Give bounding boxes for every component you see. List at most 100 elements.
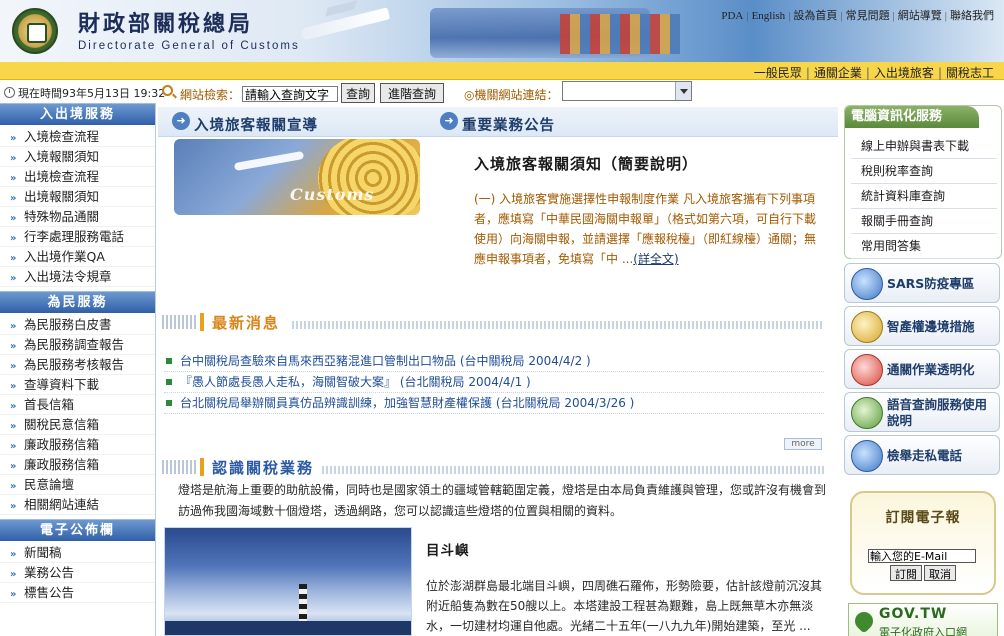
link-general-public[interactable]: 一般民眾: [754, 66, 802, 80]
customs-seal-logo[interactable]: [12, 8, 58, 54]
sidebar-item[interactable]: » 為民服務考核報告: [0, 355, 155, 375]
sidebar-item[interactable]: » 出境檢查流程: [0, 167, 155, 187]
search-input[interactable]: [242, 86, 338, 102]
advanced-search-button[interactable]: 進階查詢: [380, 83, 444, 103]
smuggling-report-card[interactable]: 檢舉走私電話: [844, 435, 1000, 475]
link-faq[interactable]: 常見問題: [846, 10, 890, 22]
sidebar-item[interactable]: » 為民服務白皮書: [0, 315, 155, 335]
square-bullet-icon: [166, 400, 172, 406]
news-headline: 台北關稅局舉辦關員真仿品辨識訓練，加強智慧財產權保護: [180, 396, 493, 410]
double-chevron-icon: »: [10, 273, 17, 284]
more-news-button[interactable]: more: [784, 438, 822, 450]
sidebar-item[interactable]: » 入境檢查流程: [0, 127, 155, 147]
lighthouse-title[interactable]: 目斗嶼: [426, 539, 470, 559]
link-sitemap[interactable]: 網站導覽: [898, 10, 942, 22]
arrow-right-icon: ➜: [172, 112, 190, 130]
link-enterprises[interactable]: 通關企業: [814, 66, 862, 80]
link-set-homepage[interactable]: 設為首頁: [793, 10, 837, 22]
e-service-item[interactable]: 常用問答集: [851, 234, 997, 259]
airplane-graphic: [233, 150, 305, 172]
news-source: (台中關稅局 2004/4/2 ): [459, 354, 591, 368]
transparency-card[interactable]: 通關作業透明化: [844, 349, 1000, 389]
newsletter-cancel-button[interactable]: 取消: [924, 565, 956, 581]
news-section-title: 最新消息: [212, 314, 281, 332]
telephone-icon: [851, 440, 883, 472]
gov-portal-banner[interactable]: GOV.TW 電子化政府入口網: [848, 603, 998, 636]
sidebar-item-label: 相關網站連結: [24, 497, 100, 512]
sidebar-item[interactable]: » 首長信箱: [0, 395, 155, 415]
sidebar-item[interactable]: » 行李處理服務電話: [0, 227, 155, 247]
voice-service-card[interactable]: 語音查詢服務使用說明: [844, 392, 1000, 432]
sidebar-item[interactable]: » 相關網站連結: [0, 495, 155, 515]
news-item[interactable]: 台中關稅局查驗來自馬來西亞豬混進口管制出口物品 (台中關稅局 2004/4/2 …: [164, 351, 824, 372]
site-header: 財政部關稅總局 Directorate General of Customs P…: [0, 0, 1004, 62]
sidebar-item-label: 首長信箱: [24, 397, 75, 412]
notice-title[interactable]: 入境旅客報關須知（簡要說明）: [474, 153, 698, 174]
sidebar-item[interactable]: » 查導資料下載: [0, 375, 155, 395]
e-service-item[interactable]: 統計資料庫查詢: [851, 184, 997, 209]
double-chevron-icon: »: [10, 381, 17, 392]
ip-border-card[interactable]: 智產權邊境措施: [844, 306, 1000, 346]
search-bar: 網站檢索： 查詢 進階查詢 ◎機關網站連結：: [158, 80, 1004, 104]
search-button[interactable]: 查詢: [341, 83, 375, 103]
sidebar-item-label: 業務公告: [24, 565, 75, 580]
containers-graphic: [560, 14, 680, 54]
link-english[interactable]: English: [752, 10, 786, 22]
bar-decoration: [200, 458, 204, 476]
sidebar-item[interactable]: » 入境報關須知: [0, 147, 155, 167]
news-item[interactable]: 台北關稅局舉辦關員真仿品辨識訓練，加強智慧財產權保護 (台北關稅局 2004/3…: [164, 393, 824, 414]
double-chevron-icon: »: [10, 501, 17, 512]
about-section-header: 認識關稅業務: [162, 452, 824, 482]
main-content: ➜ 入境旅客報關宣導 ➜ 重要業務公告 Customs 入境旅客報關須知（簡要說…: [158, 103, 838, 636]
sidebar-item-label: 出境檢查流程: [24, 169, 100, 184]
sidebar-item[interactable]: » 廉政服務信箱: [0, 435, 155, 455]
sidebar-item[interactable]: » 入出境作業QA: [0, 247, 155, 267]
current-time-text: 現在時間93年5月13日 19:32: [18, 87, 166, 100]
double-chevron-icon: »: [10, 461, 17, 472]
org-links-select[interactable]: [562, 81, 692, 101]
newsletter-subscribe-button[interactable]: 訂閱: [890, 565, 922, 581]
sidebar-item[interactable]: » 新聞稿: [0, 543, 155, 563]
card-label: 通關作業透明化: [887, 362, 975, 377]
sidebar-item[interactable]: » 關稅民意信箱: [0, 415, 155, 435]
sidebar-item[interactable]: » 標售公告: [0, 583, 155, 603]
link-travelers[interactable]: 入出境旅客: [874, 66, 934, 80]
link-contact[interactable]: 聯絡我們: [950, 10, 994, 22]
search-label: 網站檢索：: [180, 88, 241, 102]
notice-more-link[interactable]: (詳全文): [633, 252, 678, 266]
sars-card[interactable]: SARS防疫專區: [844, 263, 1000, 303]
square-bullet-icon: [166, 379, 172, 385]
audience-bar: 一般民眾 | 通關企業 | 入出境旅客 | 關稅志工: [0, 62, 1004, 80]
sidebar-item[interactable]: » 出境報關須知: [0, 187, 155, 207]
link-pda[interactable]: PDA: [721, 10, 743, 22]
double-chevron-icon: »: [10, 361, 17, 372]
lighthouse-photo[interactable]: [164, 527, 412, 636]
sidebar-item[interactable]: » 廉政服務信箱: [0, 455, 155, 475]
link-volunteers[interactable]: 關稅志工: [946, 66, 994, 80]
e-service-item[interactable]: 稅則稅率查詢: [851, 159, 997, 184]
sidebar-item[interactable]: » 業務公告: [0, 563, 155, 583]
tab-traveler-guide[interactable]: 入境旅客報關宣導: [194, 114, 318, 135]
news-item[interactable]: 『愚人節處長愚人走私，海關智破大案』 (台北關稅局 2004/4/1 ): [164, 372, 824, 393]
e-service-item[interactable]: 線上申辦與書表下載: [851, 134, 997, 159]
sea-graphic: [165, 621, 411, 635]
customs-promo-image[interactable]: Customs: [174, 139, 420, 215]
e-service-item[interactable]: 報關手冊查詢: [851, 209, 997, 234]
double-chevron-icon: »: [10, 549, 17, 560]
sidebar-item-label: 行李處理服務電話: [24, 229, 125, 244]
bar-decoration: [200, 313, 204, 331]
card-label: 智產權邊境措施: [887, 319, 975, 334]
sidebar-item[interactable]: » 特殊物品通關: [0, 207, 155, 227]
tab-important-notices[interactable]: 重要業務公告: [462, 114, 555, 135]
page: 財政部關稅總局 Directorate General of Customs P…: [0, 0, 1004, 636]
sidebar-item[interactable]: » 入出境法令規章: [0, 267, 155, 287]
newsletter-email-input[interactable]: [868, 549, 976, 563]
sidebar-item[interactable]: » 民意論壇: [0, 475, 155, 495]
about-section-title: 認識關稅業務: [212, 459, 315, 477]
double-chevron-icon: »: [10, 421, 17, 432]
double-chevron-icon: »: [10, 253, 17, 264]
sidebar-list-bulletin: » 新聞稿 » 業務公告 » 標售公告: [0, 541, 155, 607]
sidebar-item-label: 廉政服務信箱: [24, 457, 100, 472]
feature-tabs: ➜ 入境旅客報關宣導 ➜ 重要業務公告: [158, 107, 838, 137]
sidebar-item[interactable]: » 為民服務調查報告: [0, 335, 155, 355]
